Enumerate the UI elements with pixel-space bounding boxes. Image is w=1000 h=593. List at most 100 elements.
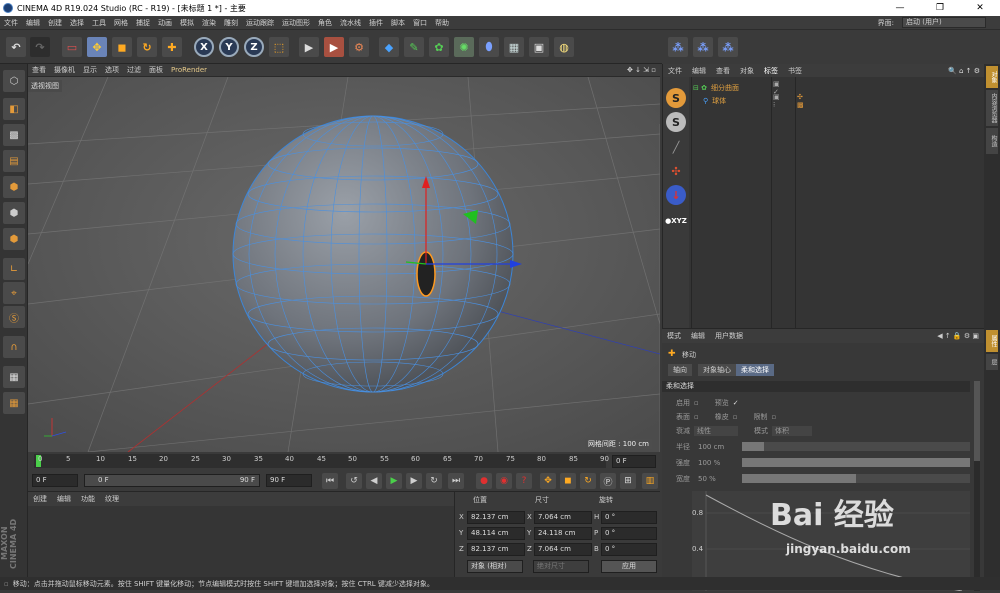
next-frame-button[interactable]: ▶: [406, 473, 422, 489]
menu-character[interactable]: 角色: [314, 18, 336, 28]
falloff-select[interactable]: 线性: [694, 425, 738, 436]
minimize-button[interactable]: —: [880, 3, 920, 13]
viewport-nav-icons[interactable]: ✥ ↓ ⇲ ▫: [623, 66, 660, 74]
obj-menu-object[interactable]: 对象: [735, 66, 759, 76]
point-tool-icon[interactable]: ✣: [666, 161, 686, 181]
snap-settings-icon[interactable]: S: [666, 112, 686, 132]
preview-checkbox[interactable]: ✓: [733, 399, 739, 407]
rotate-tool-button[interactable]: ↻: [137, 37, 157, 57]
tab-soft-selection[interactable]: 柔和选择: [736, 364, 774, 376]
side-tab-objects[interactable]: 对象: [986, 66, 998, 88]
tweak-mode-icon[interactable]: ⌖: [3, 282, 25, 304]
side-tab-layers[interactable]: 层: [986, 354, 998, 370]
menu-window[interactable]: 窗口: [409, 18, 431, 28]
menu-plugins[interactable]: 插件: [365, 18, 387, 28]
menu-edit[interactable]: 编辑: [22, 18, 44, 28]
rotation-h-field[interactable]: 0 °: [601, 511, 657, 524]
material-menu-edit[interactable]: 编辑: [52, 494, 76, 504]
workplane-lock-icon[interactable]: ▦: [3, 366, 25, 388]
render-settings-button[interactable]: ⚙: [349, 37, 369, 57]
sphere-tags-icon[interactable]: ✣ ▩: [797, 93, 804, 109]
maximize-button[interactable]: ❐: [920, 3, 960, 13]
viewport-menu-cameras[interactable]: 摄像机: [50, 65, 79, 75]
polygons-mode-icon[interactable]: ⬢: [3, 228, 25, 250]
material-menu-function[interactable]: 功能: [76, 494, 100, 504]
viewport-menu-panel[interactable]: 面板: [145, 65, 167, 75]
obj-menu-tags[interactable]: 标签: [759, 66, 783, 76]
menu-create[interactable]: 创建: [44, 18, 66, 28]
attr-scrollbar[interactable]: [974, 381, 980, 591]
side-tab-attributes[interactable]: 属性: [986, 330, 998, 352]
autokey-button[interactable]: ◉: [496, 473, 512, 489]
enable-checkbox[interactable]: ▫: [694, 399, 699, 407]
side-tab-structure[interactable]: 构造: [986, 128, 998, 154]
obj-menu-file[interactable]: 文件: [663, 66, 687, 76]
side-tab-content-browser[interactable]: 内容浏览器: [986, 90, 998, 126]
viewport-menu-options[interactable]: 选项: [101, 65, 123, 75]
key-rotation-button[interactable]: ↻: [580, 473, 596, 489]
menu-script[interactable]: 脚本: [387, 18, 409, 28]
y-axis-lock-button[interactable]: Y: [219, 37, 239, 57]
current-frame-field[interactable]: 0 F: [612, 455, 656, 468]
rotation-b-field[interactable]: 0 °: [601, 543, 657, 556]
light-button[interactable]: ◍: [554, 37, 574, 57]
viewport-scene[interactable]: [28, 64, 660, 452]
sphere-visibility-icon[interactable]: ▣ ⁝: [773, 93, 780, 109]
menu-select[interactable]: 选择: [66, 18, 88, 28]
obj-menu-view[interactable]: 查看: [711, 66, 735, 76]
layout-select[interactable]: 启动 (用户): [902, 17, 986, 28]
radius-value[interactable]: 100 cm: [698, 443, 738, 451]
go-to-start-button[interactable]: ⏮: [322, 473, 338, 489]
tab-object-axis[interactable]: 对象轴心: [698, 364, 736, 376]
scale-tool-button[interactable]: ◼: [112, 37, 132, 57]
array-generator-button[interactable]: ✺: [454, 37, 474, 57]
attr-nav-icons[interactable]: ◀ ↑ 🔒 ⚙ ▣: [932, 332, 984, 340]
z-axis-lock-button[interactable]: Z: [244, 37, 264, 57]
mode-select[interactable]: 体积: [772, 425, 812, 436]
strength-slider[interactable]: [742, 458, 970, 467]
model-layout-icon[interactable]: ⁂: [693, 37, 713, 57]
width-value[interactable]: 50 %: [698, 475, 738, 483]
size-z-field[interactable]: 7.064 cm: [534, 543, 592, 556]
material-manager[interactable]: 创建 编辑 功能 纹理: [28, 492, 454, 577]
position-x-field[interactable]: 82.137 cm: [467, 511, 525, 524]
attr-menu-mode[interactable]: 模式: [662, 331, 686, 341]
attr-menu-edit[interactable]: 编辑: [686, 331, 710, 341]
pen-spline-button[interactable]: ✎: [404, 37, 424, 57]
menu-snap[interactable]: 捕捉: [132, 18, 154, 28]
model-mode-icon[interactable]: ◧: [3, 98, 25, 120]
menu-animate[interactable]: 动画: [154, 18, 176, 28]
timeline-ruler[interactable]: 0 5 10 15 20 25 30 35 40 45 50 55 60 65 …: [28, 452, 660, 470]
obj-search-icons[interactable]: 🔍 ⌂ ↑ ⚙: [943, 67, 985, 75]
start-frame-field[interactable]: 0 F: [32, 474, 78, 487]
rotation-p-field[interactable]: 0 °: [601, 527, 657, 540]
tab-axis[interactable]: 轴向: [668, 364, 692, 376]
size-mode-select[interactable]: 绝对尺寸: [533, 560, 589, 573]
move-tool-button[interactable]: ✥: [87, 37, 107, 57]
menu-sculpt[interactable]: 雕刻: [220, 18, 242, 28]
key-parameter-button[interactable]: Ⓟ: [600, 473, 616, 489]
viewport-menu-prorender[interactable]: ProRender: [167, 66, 211, 74]
viewport-menu-view[interactable]: 查看: [28, 65, 50, 75]
apply-button[interactable]: 应用: [601, 560, 657, 573]
menu-motion-tracking[interactable]: 运动跟踪: [242, 18, 278, 28]
material-menu-create[interactable]: 创建: [28, 494, 52, 504]
axis-mode-icon[interactable]: ∟: [3, 258, 25, 280]
live-selection-button[interactable]: ▭: [62, 37, 82, 57]
spline-tool-icon[interactable]: ╱: [666, 137, 686, 157]
material-menu-texture[interactable]: 纹理: [100, 494, 124, 504]
texture-mode-icon[interactable]: ▩: [3, 124, 25, 146]
redo-button[interactable]: ↷: [30, 37, 50, 57]
menu-tools[interactable]: 工具: [88, 18, 110, 28]
object-row-sphere[interactable]: ⚲ 球体 ▣ ⁝ ✣ ▩: [703, 93, 804, 109]
object-name-subdivision[interactable]: 细分曲面: [711, 83, 739, 93]
snap-layout-icon[interactable]: ⁂: [668, 37, 688, 57]
points-mode-icon[interactable]: ⬢: [3, 176, 25, 198]
perspective-viewport[interactable]: 查看 摄像机 显示 选项 过滤 面板 ProRender ✥ ↓ ⇲ ▫ 透视视…: [28, 64, 660, 452]
deformer-button[interactable]: ⬮: [479, 37, 499, 57]
keyframe-selection-button[interactable]: ?: [516, 473, 532, 489]
key-scale-button[interactable]: ◼: [560, 473, 576, 489]
attr-menu-userdata[interactable]: 用户数据: [710, 331, 748, 341]
menu-simulate[interactable]: 模拟: [176, 18, 198, 28]
obj-menu-edit[interactable]: 编辑: [687, 66, 711, 76]
